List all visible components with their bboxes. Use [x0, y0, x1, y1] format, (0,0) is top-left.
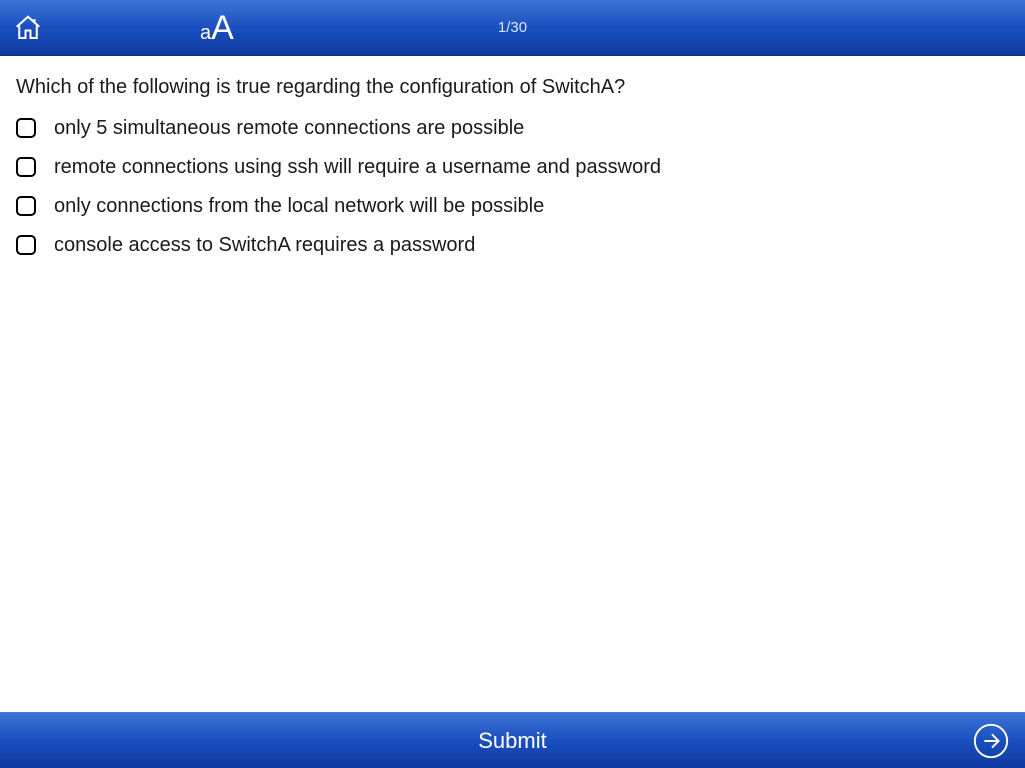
- home-button[interactable]: [10, 10, 46, 46]
- home-icon: [13, 13, 43, 43]
- progress-counter: 1/30: [498, 19, 527, 36]
- checkbox-icon[interactable]: [16, 196, 36, 216]
- option-text: console access to SwitchA requires a pas…: [54, 234, 475, 257]
- top-bar: aA 1/30: [0, 0, 1025, 56]
- checkbox-icon[interactable]: [16, 118, 36, 138]
- option-row[interactable]: console access to SwitchA requires a pas…: [16, 234, 1009, 257]
- question-text: Which of the following is true regarding…: [16, 76, 1009, 99]
- arrow-right-circle-icon: [972, 722, 1010, 760]
- bottom-bar: Submit: [0, 712, 1025, 768]
- content-area: Which of the following is true regarding…: [0, 56, 1025, 712]
- option-row[interactable]: only 5 simultaneous remote connections a…: [16, 117, 1009, 140]
- font-small-a-icon: a: [200, 23, 211, 43]
- option-row[interactable]: only connections from the local network …: [16, 195, 1009, 218]
- next-button[interactable]: [971, 721, 1011, 761]
- option-row[interactable]: remote connections using ssh will requir…: [16, 156, 1009, 179]
- font-size-button[interactable]: aA: [200, 11, 234, 45]
- submit-button[interactable]: Submit: [478, 728, 546, 754]
- checkbox-icon[interactable]: [16, 235, 36, 255]
- option-text: only connections from the local network …: [54, 195, 544, 218]
- font-big-a-icon: A: [211, 11, 234, 45]
- checkbox-icon[interactable]: [16, 157, 36, 177]
- option-text: only 5 simultaneous remote connections a…: [54, 117, 524, 140]
- option-text: remote connections using ssh will requir…: [54, 156, 661, 179]
